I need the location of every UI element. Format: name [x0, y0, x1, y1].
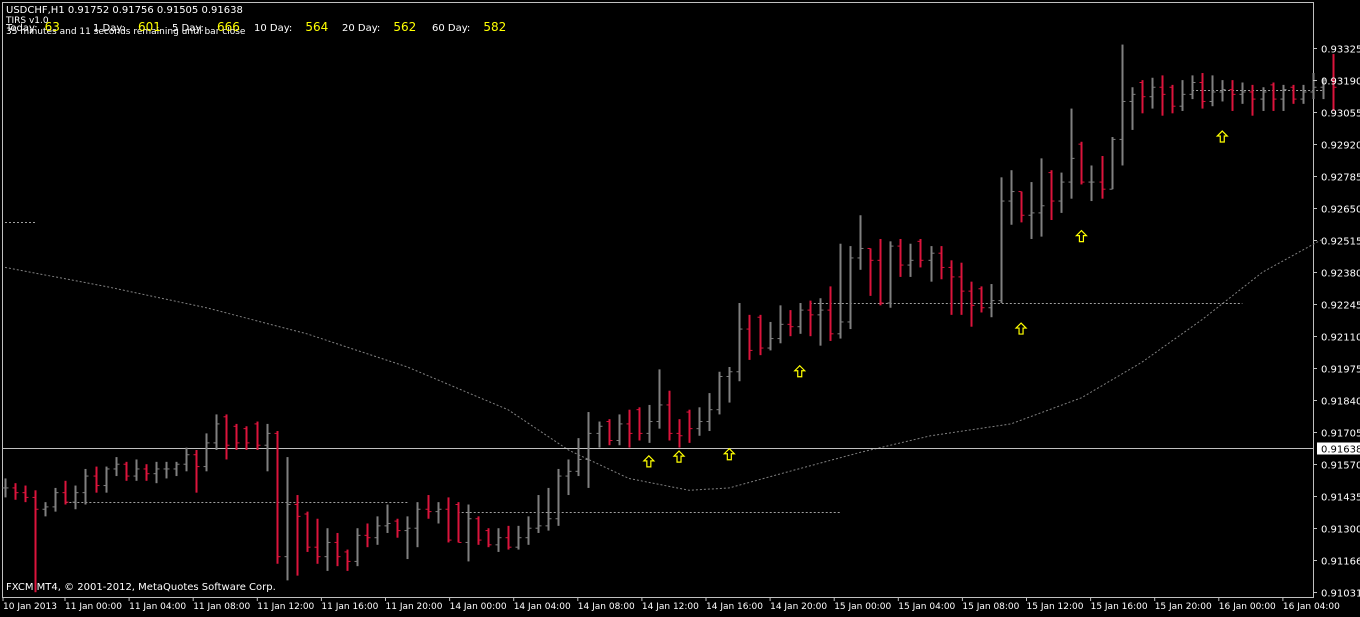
- range-label: 1 Day:: [93, 23, 125, 34]
- y-tick-label: 0.91570: [1321, 461, 1360, 472]
- y-tick-label: 0.92920: [1321, 141, 1360, 152]
- price-chart-svg: 0.93325 0.93190 0.93055 0.92920 0.92785 0.926…: [2, 2, 1360, 612]
- bid-price-label: 0.91638: [1321, 445, 1360, 456]
- y-tick-label: 0.92650: [1321, 205, 1360, 216]
- copyright-text: FXCM MT4, © 2001-2012, MetaQuotes Softwa…: [6, 582, 276, 593]
- x-tick-label: 16 Jan 04:00: [1283, 602, 1340, 612]
- y-tick-label: 0.92515: [1321, 237, 1360, 248]
- buy-arrow-icon: [793, 364, 807, 378]
- range-5-day: 5 Day: 666: [172, 16, 240, 35]
- y-tick-label: 0.92110: [1321, 333, 1360, 344]
- range-60-day: 60 Day: 582: [432, 16, 506, 35]
- x-tick-label: 14 Jan 00:00: [450, 602, 507, 612]
- x-tick-label: 11 Jan 04:00: [129, 602, 186, 612]
- y-tick-label: 0.91166: [1321, 557, 1360, 568]
- y-tick-label: 0.93190: [1321, 77, 1360, 88]
- buy-arrow-icon: [642, 454, 656, 468]
- x-tick-label: 11 Jan 20:00: [386, 602, 443, 612]
- range-value: 582: [483, 20, 507, 34]
- y-tick-label: 0.92380: [1321, 269, 1360, 280]
- range-1-day: 1 Day: 601: [93, 16, 161, 35]
- x-tick-label: 15 Jan 16:00: [1091, 602, 1148, 612]
- buy-arrow-icon: [1014, 322, 1028, 335]
- range-label: 10 Day:: [254, 23, 293, 34]
- range-value: 601: [138, 20, 161, 34]
- range-label: 5 Day:: [172, 23, 204, 34]
- y-tick-label: 0.91031: [1321, 589, 1360, 600]
- plot-frame: [2, 2, 1314, 598]
- range-value: 666: [217, 20, 240, 34]
- range-value: 564: [305, 20, 329, 34]
- range-value: 562: [393, 20, 417, 34]
- x-tick-label: 14 Jan 04:00: [514, 602, 571, 612]
- moving-average-line: [4, 238, 1324, 491]
- range-value: 63: [44, 20, 60, 34]
- buy-arrow-icon: [722, 447, 736, 461]
- y-tick-label: 0.91300: [1321, 525, 1360, 536]
- x-tick-label: 15 Jan 20:00: [1155, 602, 1212, 612]
- buy-arrow-icon: [1215, 130, 1229, 143]
- x-tick-label: 11 Jan 16:00: [321, 602, 378, 612]
- y-tick-label: 0.92245: [1321, 301, 1360, 312]
- range-label: 20 Day:: [342, 23, 381, 34]
- y-tick-label: 0.91840: [1321, 397, 1360, 408]
- x-tick-label: 15 Jan 04:00: [898, 602, 955, 612]
- range-20-day: 20 Day: 562: [342, 16, 416, 35]
- chart-area[interactable]: 0.93325 0.93190 0.93055 0.92920 0.92785 0.926…: [0, 0, 1360, 613]
- x-tick-label: 15 Jan 08:00: [962, 602, 1019, 612]
- buy-arrow-icon: [1074, 229, 1088, 243]
- y-tick-label: 0.91975: [1321, 365, 1360, 376]
- x-tick-label: 11 Jan 00:00: [65, 602, 122, 612]
- y-tick-label: 0.93055: [1321, 109, 1360, 120]
- range-today: Today: 63: [6, 16, 60, 35]
- y-tick-label: 0.93325: [1321, 45, 1360, 56]
- x-tick-label: 15 Jan 12:00: [1027, 602, 1084, 612]
- y-tick-label: 0.91705: [1321, 429, 1360, 440]
- range-label: 60 Day:: [432, 23, 471, 34]
- buy-arrow-icon: [672, 450, 686, 463]
- x-tick-label: 16 Jan 00:00: [1219, 602, 1276, 612]
- x-tick-label: 14 Jan 08:00: [578, 602, 635, 612]
- range-10-day: 10 Day: 564: [254, 16, 328, 35]
- x-tick-label: 10 Jan 2013: [3, 602, 57, 612]
- x-tick-label: 11 Jan 08:00: [193, 602, 250, 612]
- x-tick-label: 15 Jan 00:00: [834, 602, 891, 612]
- range-label: Today:: [6, 23, 38, 34]
- chart-title: USDCHF,H1 0.91752 0.91756 0.91505 0.9163…: [6, 5, 243, 16]
- y-tick-label: 0.92785: [1321, 173, 1360, 184]
- x-tick-label: 14 Jan 20:00: [770, 602, 827, 612]
- y-tick-label: 0.91435: [1321, 493, 1360, 504]
- x-tick-label: 14 Jan 12:00: [642, 602, 699, 612]
- x-tick-label: 11 Jan 12:00: [257, 602, 314, 612]
- x-tick-label: 14 Jan 16:00: [706, 602, 763, 612]
